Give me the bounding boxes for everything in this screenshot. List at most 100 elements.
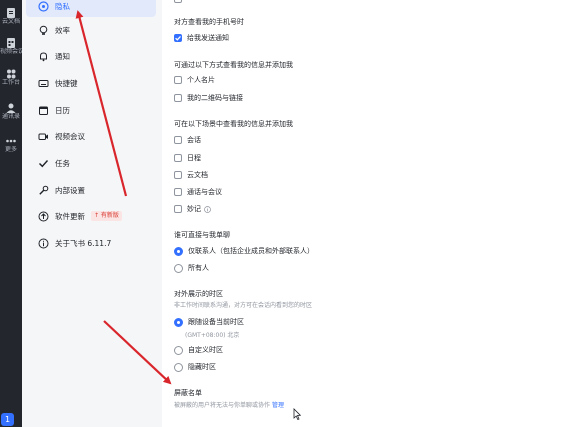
contacts-icon (6, 103, 16, 113)
rail-label: 更多 (4, 146, 17, 153)
nav-item-privacy[interactable]: 隐私 (26, 0, 156, 17)
option-custom-timezone[interactable]: 自定义时区 (174, 344, 223, 356)
rail-item-docs[interactable]: 云文档 (0, 8, 22, 26)
rail-label: 通讯录 (1, 113, 20, 120)
radio[interactable] (174, 263, 183, 273)
checkbox[interactable] (174, 94, 182, 102)
radio-selected[interactable] (174, 317, 183, 327)
section-title-blocklist: 屏蔽名单 (174, 389, 202, 397)
apps-icon (7, 69, 16, 79)
radio-selected[interactable] (174, 246, 183, 256)
info-icon (38, 238, 49, 249)
bulb-icon (38, 25, 49, 36)
nav-item-tasks[interactable]: 任务 (26, 152, 156, 174)
rail-label: 云文档 (1, 18, 20, 25)
doc-icon (7, 8, 15, 18)
shield-icon (38, 0, 49, 12)
checkbox-checked[interactable] (174, 34, 182, 42)
nav-item-video[interactable]: 视频会议 (26, 125, 156, 147)
option-label: 所有人 (188, 264, 209, 272)
section-title-phone: 对方查看我的手机号时 (174, 18, 244, 26)
manage-blocklist-link[interactable]: 管理 (272, 402, 284, 409)
nav-label: 内部设置 (55, 185, 85, 195)
nav-label: 视频会议 (55, 131, 85, 141)
nav-label: 日历 (55, 105, 70, 115)
option-everyone[interactable]: 所有人 (174, 262, 209, 274)
rail-item-workplace[interactable]: 工作台 (0, 69, 22, 87)
option-label: 隐藏时区 (188, 363, 216, 371)
option-label: 妙记 (187, 205, 201, 213)
checkbox[interactable] (174, 188, 182, 196)
option-schedule[interactable]: 日程 (174, 152, 201, 164)
calendar-grid-icon (7, 38, 15, 48)
checkbox[interactable] (174, 136, 182, 144)
option-cloud-docs[interactable]: 云文档 (174, 169, 208, 181)
calendar-icon (38, 105, 49, 116)
section-subtitle-blocklist: 被屏蔽的用户将无法与你单聊或协作 管理 (174, 400, 284, 409)
nav-label: 效率 (55, 25, 70, 35)
option-top-partial[interactable] (174, 0, 182, 5)
timezone-note: (GMT+08:00) 北京 (185, 332, 240, 339)
nav-label: 软件更新 (55, 211, 85, 221)
option-calls-meetings[interactable]: 通话与会议 (174, 186, 222, 198)
nav-item-calendar[interactable]: 日历 (26, 99, 156, 121)
settings-nav: 隐私 效率 通知 快捷键 日历 视频会议 任务 内部设置 软件更新 ↑ 有新版 … (22, 0, 162, 427)
info-icon[interactable] (204, 205, 211, 213)
option-business-card[interactable]: 个人名片 (174, 74, 215, 86)
option-contacts-only[interactable]: 仅联系人（包括企业成员和外部联系人） (174, 245, 314, 257)
nav-label: 任务 (55, 158, 70, 168)
section-subtitle-timezone: 非工作时间联系沟通，对方可在会话内看到您的时区 (174, 302, 313, 309)
rail-label: 视频会议 (0, 48, 22, 55)
option-qr-code[interactable]: 我的二维码与链接 (174, 92, 243, 104)
option-label: 跟随设备当前时区 (188, 318, 244, 326)
checkbox[interactable] (174, 205, 182, 213)
option-hide-timezone[interactable]: 隐藏时区 (174, 361, 216, 373)
privacy-settings-panel: 对方查看我的手机号时 给我发送通知 可通过以下方式查看我的信息并添加我 个人名片… (162, 0, 567, 427)
option-notify-me[interactable]: 给我发送通知 (174, 32, 229, 44)
section-title-find: 可通过以下方式查看我的信息并添加我 (174, 61, 293, 69)
video-icon (38, 131, 49, 142)
option-label: 仅联系人（包括企业成员和外部联系人） (188, 247, 314, 255)
blocklist-description: 被屏蔽的用户将无法与你单聊或协作 (174, 402, 271, 409)
option-minutes[interactable]: 妙记 (174, 203, 211, 215)
option-label: 自定义时区 (188, 346, 223, 354)
checkbox[interactable] (174, 76, 182, 84)
more-icon (6, 139, 16, 143)
option-label: 日程 (187, 154, 201, 162)
new-version-badge: ↑ 有新版 (91, 211, 122, 221)
checkbox[interactable] (174, 171, 182, 179)
bell-icon (38, 51, 49, 62)
nav-label: 通知 (55, 51, 70, 61)
radio[interactable] (174, 345, 183, 355)
app-rail: 云文档 视频会议 工作台 通讯录 更多 1 (0, 0, 22, 427)
checkbox[interactable] (174, 154, 182, 162)
nav-item-shortcuts[interactable]: 快捷键 (26, 72, 156, 94)
option-label: 云文档 (187, 171, 208, 179)
nav-item-efficiency[interactable]: 效率 (26, 19, 156, 41)
option-chat[interactable]: 会话 (174, 134, 201, 146)
nav-item-internal-settings[interactable]: 内部设置 (26, 179, 156, 201)
rail-item-contacts[interactable]: 通讯录 (0, 103, 22, 121)
option-label: 我的二维码与链接 (187, 94, 243, 102)
section-title-timezone: 对外展示的时区 (174, 290, 223, 298)
checkbox[interactable] (174, 0, 182, 3)
radio[interactable] (174, 362, 183, 372)
rail-item-more[interactable]: 更多 (0, 136, 22, 154)
check-icon (38, 158, 49, 169)
mouse-cursor-icon (293, 408, 301, 420)
option-label: 通话与会议 (187, 188, 222, 196)
nav-label: 关于飞书 6.11.7 (55, 238, 112, 248)
rail-item-meeting[interactable]: 视频会议 (0, 38, 22, 56)
option-label: 个人名片 (187, 76, 215, 84)
nav-item-software-update[interactable]: 软件更新 ↑ 有新版 (26, 205, 156, 227)
nav-item-notifications[interactable]: 通知 (26, 45, 156, 67)
option-follow-device-timezone[interactable]: 跟随设备当前时区 (174, 316, 244, 328)
rail-label: 工作台 (1, 79, 20, 86)
option-label: 会话 (187, 136, 201, 144)
unread-badge[interactable]: 1 (1, 413, 14, 426)
nav-item-about[interactable]: 关于飞书 6.11.7 (26, 232, 156, 254)
section-title-direct-chat: 谁可直接与我单聊 (174, 231, 230, 239)
nav-label: 隐私 (55, 1, 70, 11)
keyboard-icon (38, 78, 49, 89)
option-label: 给我发送通知 (187, 34, 229, 42)
